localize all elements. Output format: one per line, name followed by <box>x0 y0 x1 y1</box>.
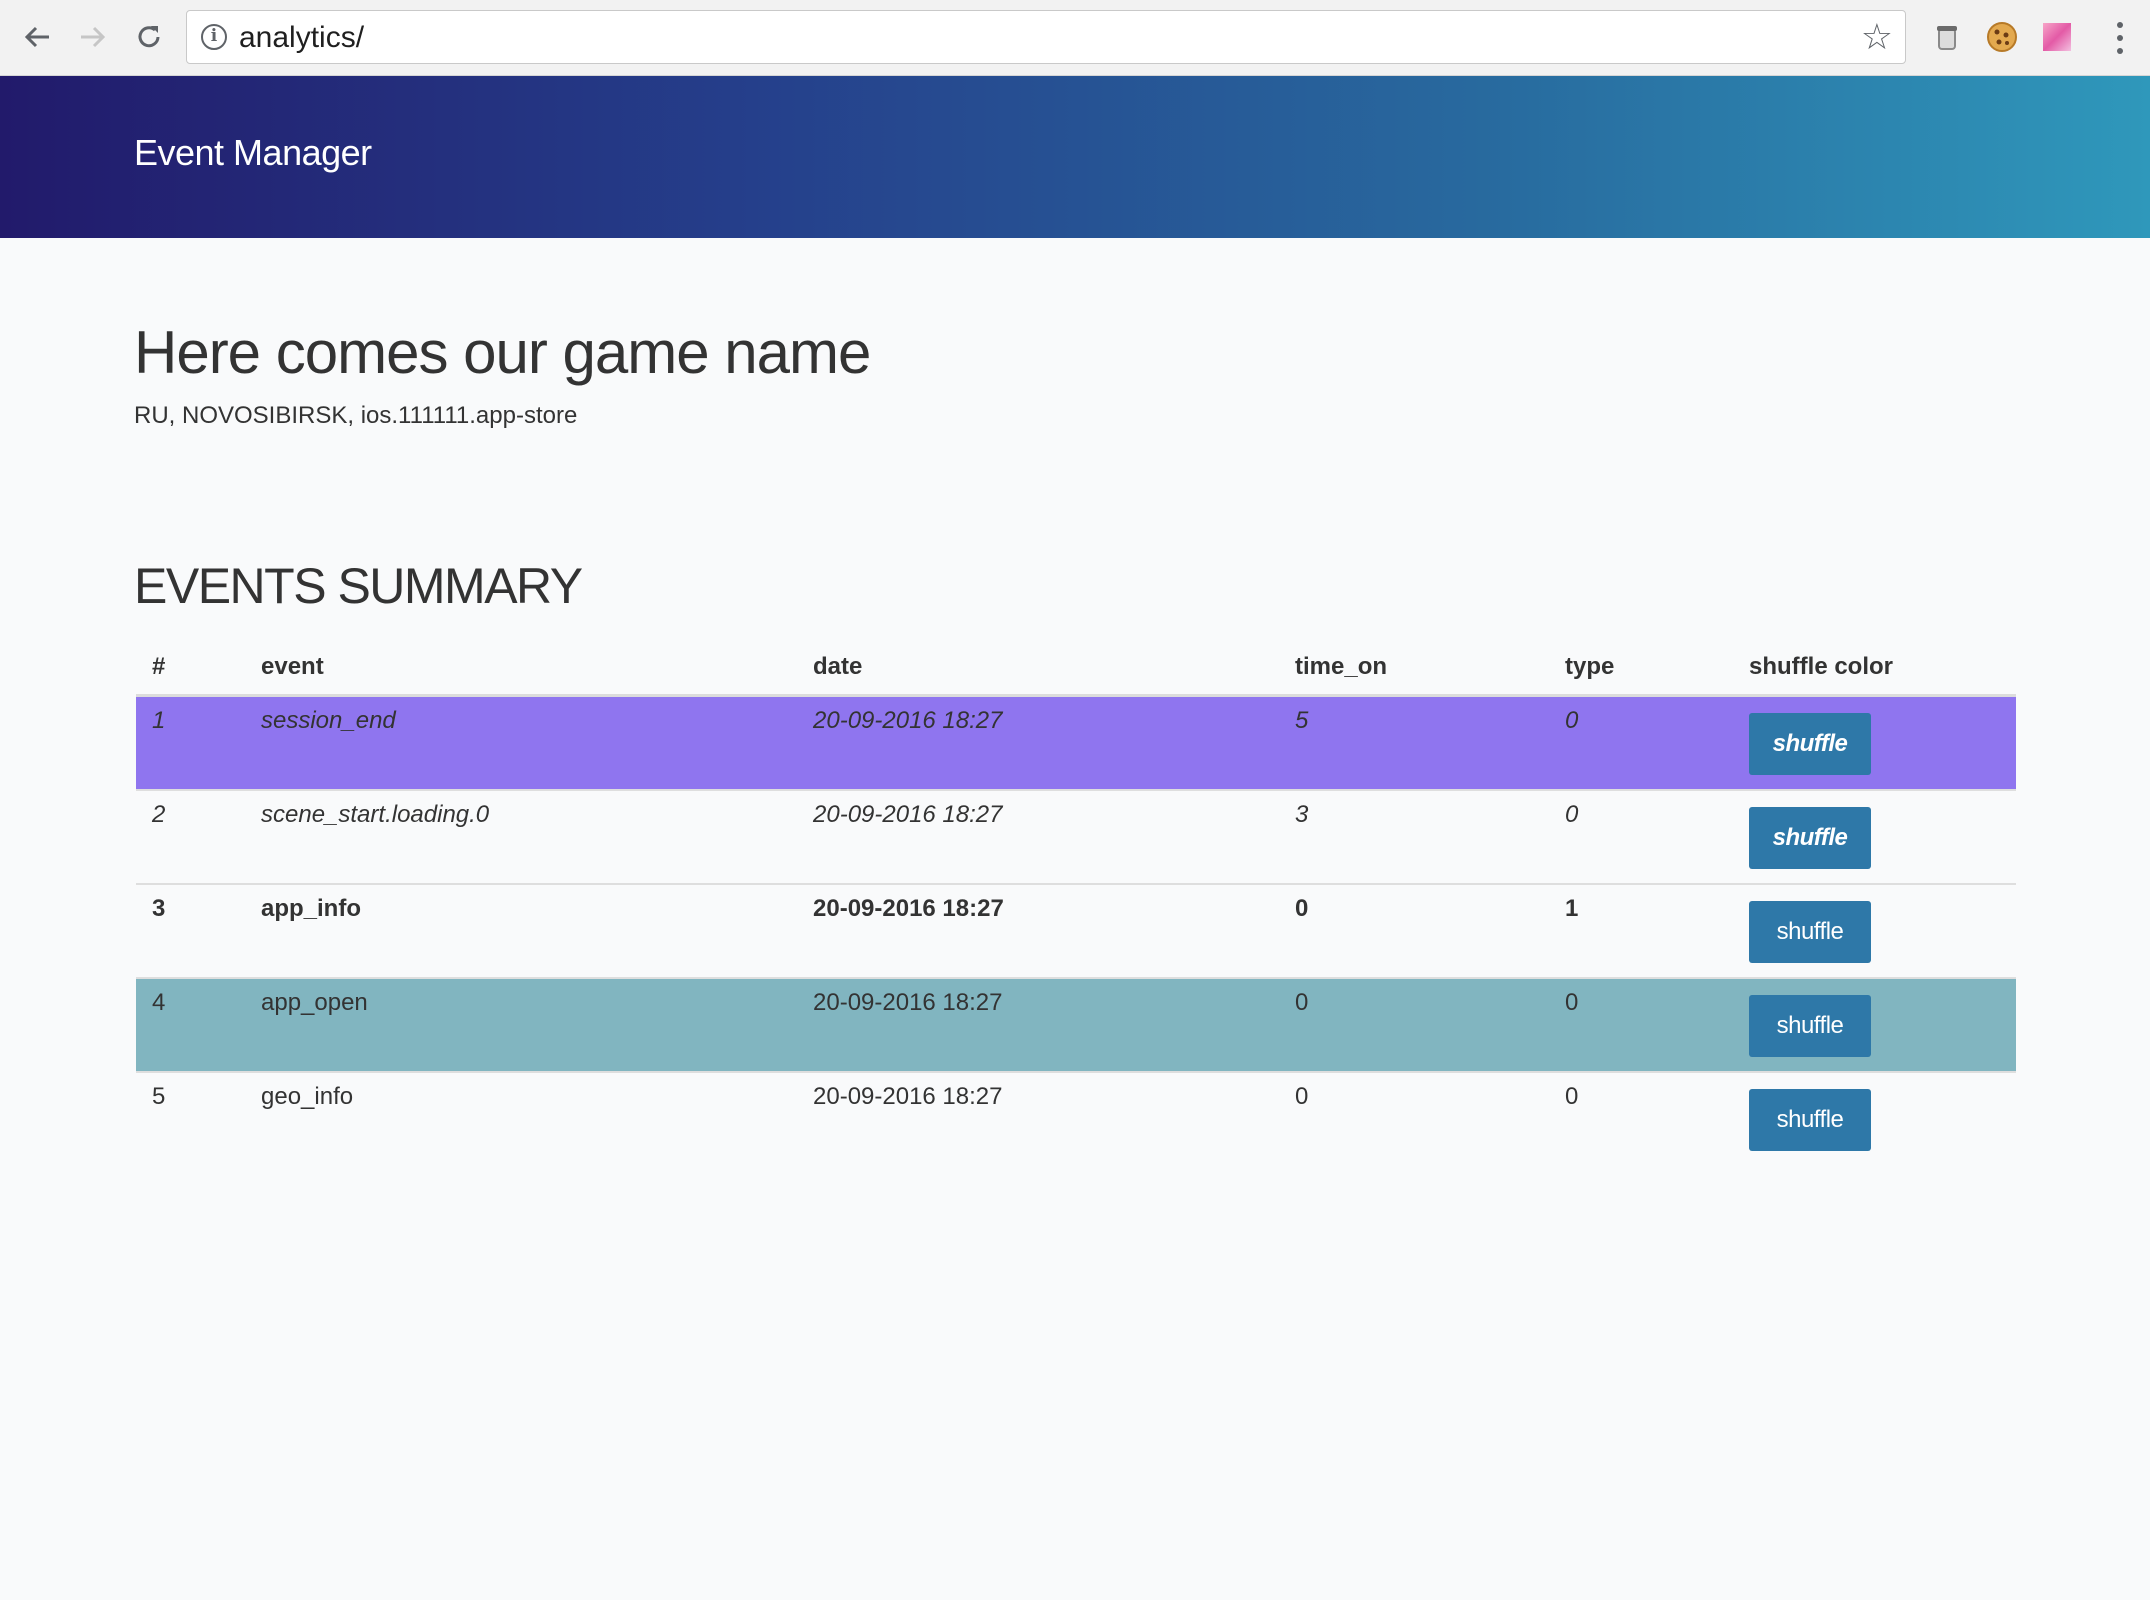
column-header-time-on: time_on <box>1279 640 1549 697</box>
row-type: 0 <box>1549 976 1733 1072</box>
row-type: 1 <box>1549 882 1733 978</box>
column-header-shuffle-color: shuffle color <box>1733 640 2016 697</box>
events-table: # event date time_on type shuffle color … <box>136 640 2016 1166</box>
forward-arrow-icon[interactable] <box>68 12 118 62</box>
table-row: 5 geo_info 20-09-2016 18:27 0 0 shuffle <box>136 1070 2016 1166</box>
row-date: 20-09-2016 18:27 <box>797 788 1279 884</box>
row-event: app_open <box>245 976 797 1072</box>
shuffle-button[interactable]: shuffle <box>1749 806 1871 869</box>
row-date: 20-09-2016 18:27 <box>797 976 1279 1072</box>
shuffle-button[interactable]: shuffle <box>1749 994 1871 1057</box>
table-header-row: # event date time_on type shuffle color <box>136 640 2016 697</box>
row-time-on: 5 <box>1279 694 1549 790</box>
row-time-on: 3 <box>1279 788 1549 884</box>
star-icon[interactable]: ☆ <box>1861 17 1893 57</box>
row-time-on: 0 <box>1279 882 1549 978</box>
shuffle-button[interactable]: shuffle <box>1749 713 1871 775</box>
row-num: 2 <box>136 788 245 884</box>
cookie-icon[interactable] <box>1985 20 2019 54</box>
reload-icon[interactable] <box>124 12 174 62</box>
row-time-on: 0 <box>1279 976 1549 1072</box>
row-event: scene_start.loading.0 <box>245 788 797 884</box>
app-header: Event Manager <box>0 76 2150 238</box>
row-date: 20-09-2016 18:27 <box>797 882 1279 978</box>
color-palette-icon[interactable] <box>2040 20 2074 54</box>
row-action-cell: shuffle <box>1733 694 2016 790</box>
table-row: 2 scene_start.loading.0 20-09-2016 18:27… <box>136 788 2016 884</box>
row-action-cell: shuffle <box>1733 1070 2016 1166</box>
row-event: session_end <box>245 694 797 790</box>
address-bar[interactable]: i analytics/ ☆ <box>186 10 1906 64</box>
row-time-on: 0 <box>1279 1070 1549 1166</box>
row-event: geo_info <box>245 1070 797 1166</box>
events-summary-title: EVENTS SUMMARY <box>134 558 583 614</box>
kebab-menu-icon[interactable] <box>2100 18 2140 58</box>
row-event: app_info <box>245 882 797 978</box>
row-action-cell: shuffle <box>1733 976 2016 1072</box>
game-meta-text: RU, NOVOSIBIRSK, ios.111111.app-store <box>134 402 578 429</box>
row-num: 1 <box>136 694 245 790</box>
info-icon[interactable]: i <box>201 24 227 50</box>
coffee-cup-icon[interactable] <box>1930 20 1964 54</box>
app-title[interactable]: Event Manager <box>134 132 372 174</box>
row-action-cell: shuffle <box>1733 882 2016 978</box>
row-num: 5 <box>136 1070 245 1166</box>
browser-toolbar: i analytics/ ☆ <box>0 0 2150 76</box>
column-header-event: event <box>245 640 797 697</box>
column-header-num: # <box>136 640 245 697</box>
table-row: 1 session_end 20-09-2016 18:27 5 0 shuff… <box>136 694 2016 790</box>
row-date: 20-09-2016 18:27 <box>797 1070 1279 1166</box>
row-num: 3 <box>136 882 245 978</box>
row-date: 20-09-2016 18:27 <box>797 694 1279 790</box>
column-header-type: type <box>1549 640 1733 697</box>
row-action-cell: shuffle <box>1733 788 2016 884</box>
table-row: 4 app_open 20-09-2016 18:27 0 0 shuffle <box>136 976 2016 1072</box>
shuffle-button[interactable]: shuffle <box>1749 900 1871 963</box>
table-row: 3 app_info 20-09-2016 18:27 0 1 shuffle <box>136 882 2016 978</box>
back-arrow-icon[interactable] <box>12 12 62 62</box>
row-type: 0 <box>1549 694 1733 790</box>
shuffle-button[interactable]: shuffle <box>1749 1088 1871 1151</box>
row-type: 0 <box>1549 788 1733 884</box>
row-type: 0 <box>1549 1070 1733 1166</box>
url-text[interactable]: analytics/ <box>239 21 364 55</box>
column-header-date: date <box>797 640 1279 697</box>
row-num: 4 <box>136 976 245 1072</box>
game-name-heading: Here comes our game name <box>134 319 871 386</box>
